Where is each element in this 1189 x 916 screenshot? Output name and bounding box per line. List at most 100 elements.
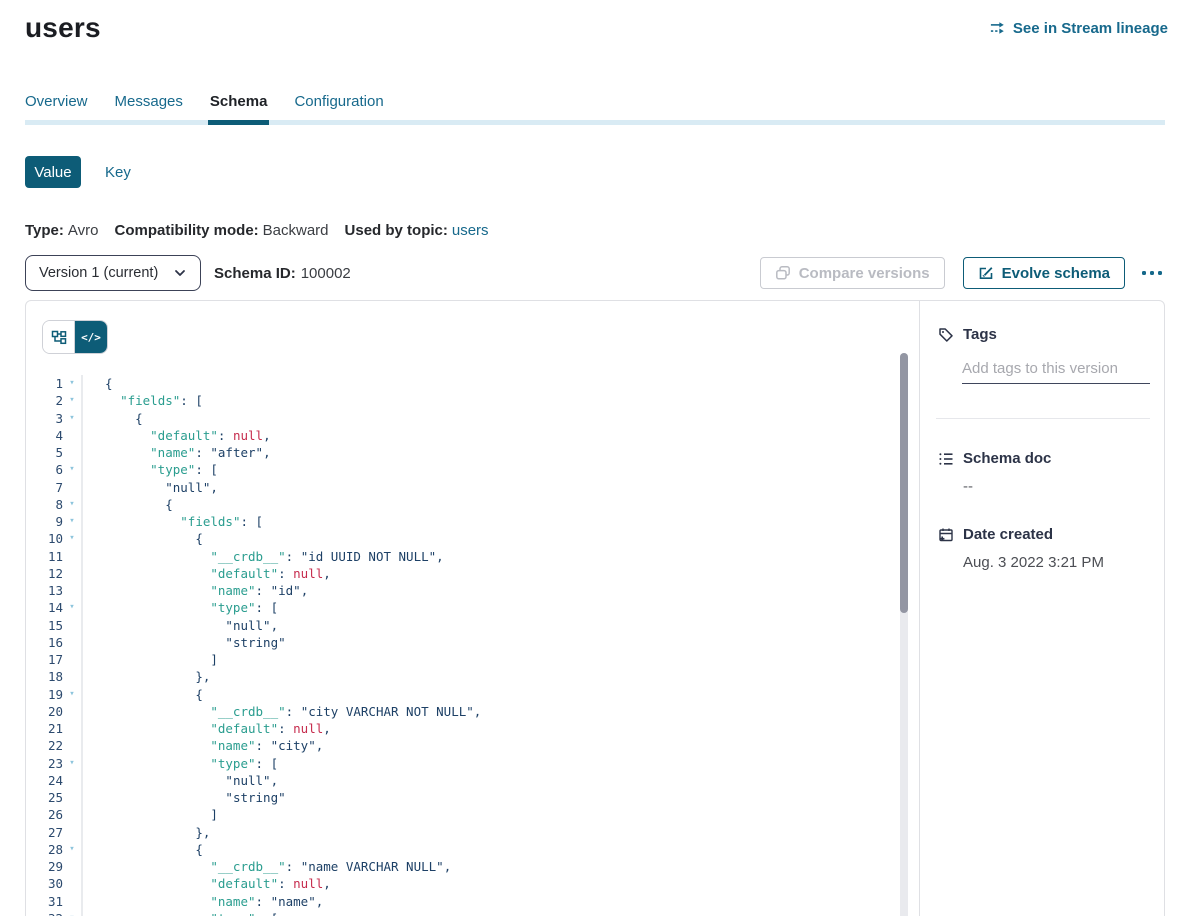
code-text: { <box>81 530 203 547</box>
fold-toggle-icon[interactable]: ▾ <box>63 410 81 427</box>
fold-toggle-icon[interactable]: ▾ <box>63 755 81 772</box>
fold-toggle-icon[interactable]: ▾ <box>63 686 81 703</box>
code-view-button[interactable]: </> <box>75 321 107 353</box>
code-line: 27 }, <box>26 824 919 841</box>
fold-spacer <box>63 427 81 444</box>
code-text: "name": "after", <box>81 444 271 461</box>
tab-bar: Overview Messages Schema Configuration <box>25 93 1165 125</box>
line-number: 14 <box>26 599 63 616</box>
line-number: 21 <box>26 720 63 737</box>
code-text: { <box>81 686 203 703</box>
tab-messages[interactable]: Messages <box>115 93 183 120</box>
line-number: 5 <box>26 444 63 461</box>
tab-configuration[interactable]: Configuration <box>294 93 383 120</box>
code-text: }, <box>81 824 210 841</box>
tab-overview[interactable]: Overview <box>25 93 88 120</box>
code-line: 25 "string" <box>26 789 919 806</box>
code-text: "name": "city", <box>81 737 323 754</box>
code-text: "default": null, <box>81 565 331 582</box>
date-created-header: Date created <box>938 526 1150 543</box>
date-created-section: Date created Aug. 3 2022 3:21 PM <box>938 526 1150 571</box>
code-line: 12 "default": null, <box>26 565 919 582</box>
meta-topic: Used by topic:users <box>345 222 489 240</box>
calendar-plus-icon <box>938 527 954 543</box>
fold-spacer <box>63 703 81 720</box>
code-text: "type": [ <box>81 599 278 616</box>
line-number: 15 <box>26 617 63 634</box>
code-line: 31 "name": "name", <box>26 893 919 910</box>
fold-toggle-icon[interactable]: ▾ <box>63 496 81 513</box>
fold-toggle-icon[interactable]: ▾ <box>63 392 81 409</box>
fold-toggle-icon[interactable]: ▾ <box>63 599 81 616</box>
line-number: 16 <box>26 634 63 651</box>
code-line: 32▾ "type": [ <box>26 910 919 916</box>
scrollbar-thumb[interactable] <box>900 353 908 613</box>
fold-spacer <box>63 617 81 634</box>
line-number: 29 <box>26 858 63 875</box>
code-line: 3▾ { <box>26 410 919 427</box>
fold-toggle-icon[interactable]: ▾ <box>63 530 81 547</box>
code-text: "__crdb__": "name VARCHAR NULL", <box>81 858 451 875</box>
line-number: 24 <box>26 772 63 789</box>
schema-id-label: Schema ID: <box>214 265 296 282</box>
view-toggle: </> <box>42 320 108 354</box>
code-line: 15 "null", <box>26 617 919 634</box>
tree-view-icon <box>51 329 67 345</box>
code-line: 10▾ { <box>26 530 919 547</box>
fold-spacer <box>63 858 81 875</box>
code-text: "null", <box>81 772 278 789</box>
code-line: 11 "__crdb__": "id UUID NOT NULL", <box>26 548 919 565</box>
code-line: 18 }, <box>26 668 919 685</box>
code-scrollbar[interactable] <box>900 353 908 916</box>
fold-toggle-icon[interactable]: ▾ <box>63 513 81 530</box>
more-options-button[interactable] <box>1140 265 1164 281</box>
fold-spacer <box>63 772 81 789</box>
fold-spacer <box>63 824 81 841</box>
fold-toggle-icon[interactable]: ▾ <box>63 461 81 478</box>
code-line: 29 "__crdb__": "name VARCHAR NULL", <box>26 858 919 875</box>
line-number: 20 <box>26 703 63 720</box>
schema-panel: </> 1▾{2▾ "fields": [3▾ {4 "default": nu… <box>25 300 1165 916</box>
fold-spacer <box>63 444 81 461</box>
version-select-value: Version 1 (current) <box>39 265 158 281</box>
page-title: users <box>25 12 101 44</box>
sidebar-divider <box>936 418 1150 419</box>
code-line: 20 "__crdb__": "city VARCHAR NOT NULL", <box>26 703 919 720</box>
stream-lineage-icon <box>990 20 1006 36</box>
version-select[interactable]: Version 1 (current) <box>25 255 201 291</box>
value-toggle-button[interactable]: Value <box>25 156 81 188</box>
fold-toggle-icon[interactable]: ▾ <box>63 375 81 392</box>
tree-view-button[interactable] <box>43 321 75 353</box>
line-number: 25 <box>26 789 63 806</box>
code-line: 21 "default": null, <box>26 720 919 737</box>
code-text: "type": [ <box>81 755 278 772</box>
fold-toggle-icon[interactable]: ▾ <box>63 841 81 858</box>
schema-id: Schema ID: 100002 <box>214 265 351 282</box>
code-text: "default": null, <box>81 720 331 737</box>
add-tags-input[interactable] <box>962 360 1150 384</box>
schema-id-value: 100002 <box>301 265 351 282</box>
code-text: "string" <box>81 634 286 651</box>
compare-versions-button[interactable]: Compare versions <box>760 257 945 289</box>
schema-meta: Type:Avro Compatibility mode:Backward Us… <box>25 222 1189 240</box>
evolve-schema-button[interactable]: Evolve schema <box>963 257 1125 289</box>
code-line: 17 ] <box>26 651 919 668</box>
code-text: "default": null, <box>81 875 331 892</box>
line-number: 19 <box>26 686 63 703</box>
line-number: 30 <box>26 875 63 892</box>
code-line: 19▾ { <box>26 686 919 703</box>
tab-schema[interactable]: Schema <box>210 93 268 120</box>
code-line: 24 "null", <box>26 772 919 789</box>
code-text: "type": [ <box>81 461 218 478</box>
code-text: ] <box>81 806 218 823</box>
key-toggle-button[interactable]: Key <box>105 164 131 181</box>
line-number: 13 <box>26 582 63 599</box>
fold-toggle-icon[interactable]: ▾ <box>63 910 81 916</box>
meta-compat-label: Compatibility mode: <box>114 222 258 239</box>
stream-lineage-link[interactable]: See in Stream lineage <box>990 20 1168 37</box>
topic-link[interactable]: users <box>452 222 489 239</box>
fold-spacer <box>63 634 81 651</box>
tags-section-header: Tags <box>938 326 1150 343</box>
fold-spacer <box>63 548 81 565</box>
schema-doc-section: Schema doc -- <box>938 450 1150 495</box>
